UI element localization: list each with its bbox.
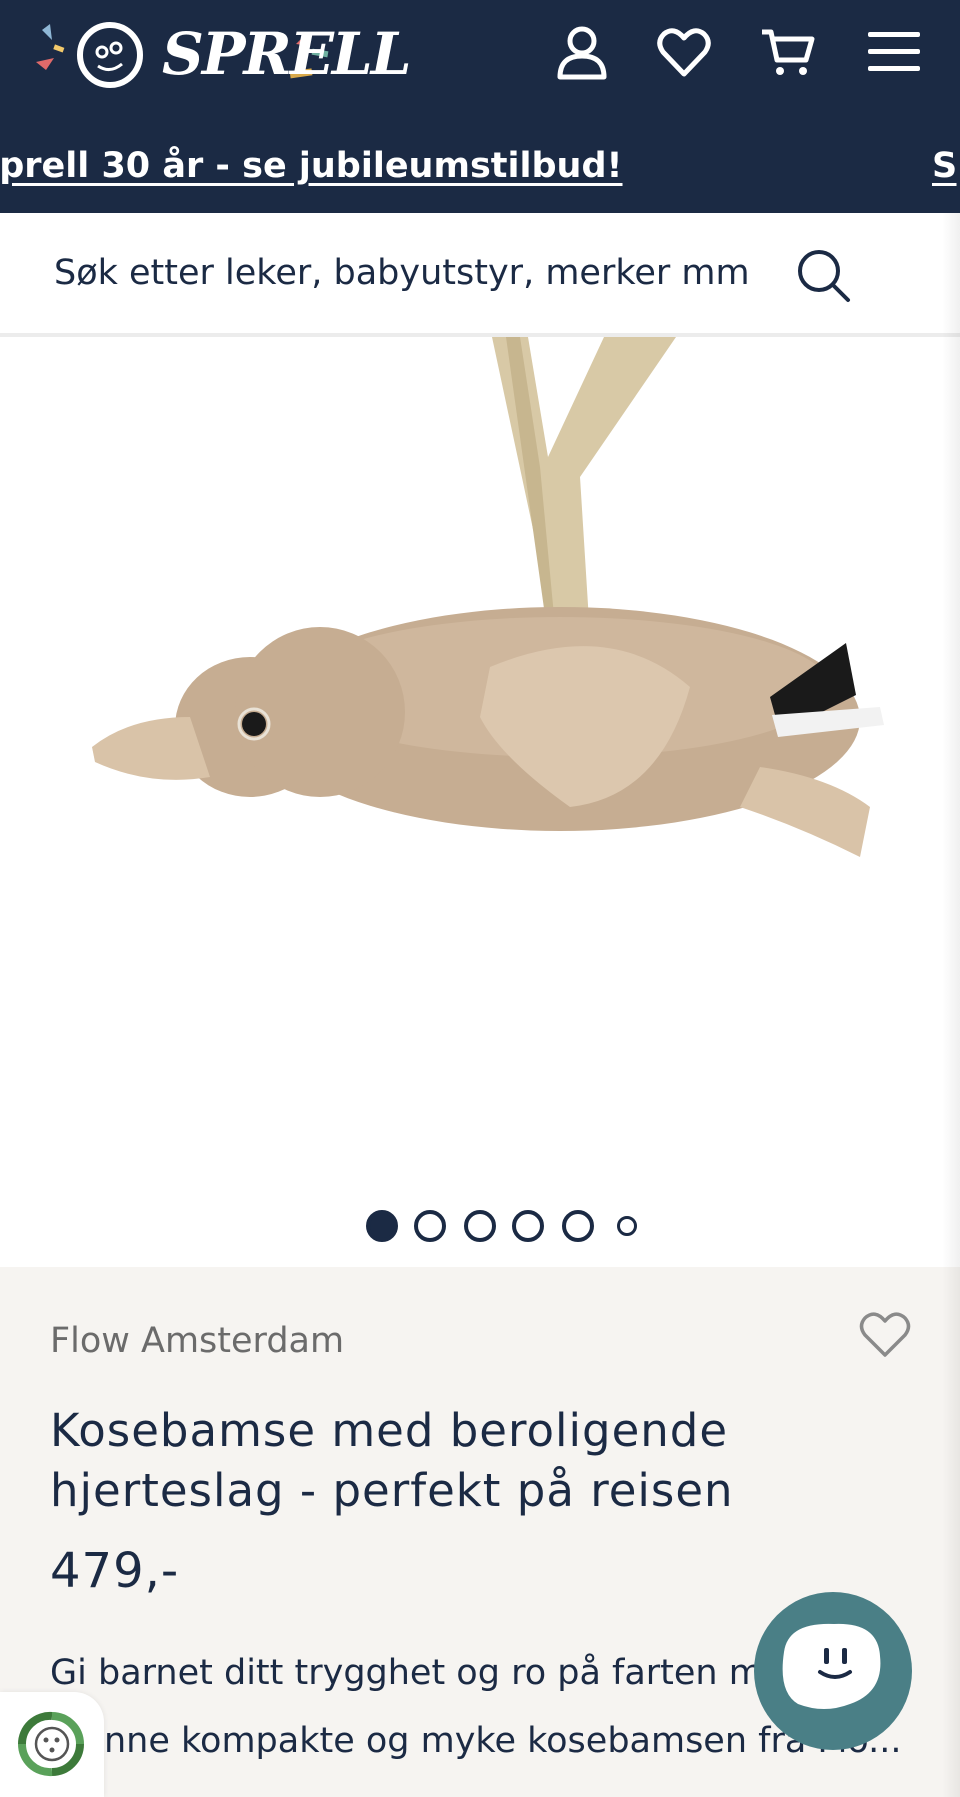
product-title: Kosebamse med beroligende hjerteslag - p… xyxy=(50,1401,870,1521)
gallery-pagination xyxy=(0,1210,960,1246)
recycle-icon xyxy=(17,1711,84,1777)
gallery-dot[interactable] xyxy=(512,1210,544,1242)
search-input[interactable]: Søk etter leker, babyutstyr, merker mm xyxy=(54,253,750,293)
gallery-dot[interactable] xyxy=(366,1210,398,1242)
chat-bubble-icon xyxy=(782,1623,881,1709)
wishlist-icon[interactable] xyxy=(654,22,714,82)
logo-wordmark: SPRELL xyxy=(162,20,411,88)
search-icon[interactable] xyxy=(794,246,854,306)
product-gallery[interactable] xyxy=(0,337,960,1267)
scroll-edge xyxy=(942,213,960,1797)
add-to-wishlist-heart-icon[interactable] xyxy=(858,1309,912,1359)
site-header: SPRELL Sprell 30 år - se jubileumstilbud… xyxy=(0,0,960,213)
sprell-logo[interactable]: SPRELL xyxy=(32,10,411,100)
menu-icon[interactable] xyxy=(864,22,924,82)
product-image xyxy=(92,337,884,857)
gallery-dot[interactable] xyxy=(464,1210,496,1242)
page: SPRELL Sprell 30 år - se jubileumstilbud… xyxy=(0,0,960,1797)
gallery-dot[interactable] xyxy=(617,1216,637,1236)
sustainability-badge[interactable] xyxy=(0,1692,104,1797)
product-brand[interactable]: Flow Amsterdam xyxy=(50,1321,344,1361)
account-icon[interactable] xyxy=(552,22,612,82)
product-title-line: Kosebamse med beroligende xyxy=(50,1404,729,1457)
announcement-link-next[interactable]: Sprell 30 år - se jubileumstilbud! xyxy=(932,146,960,186)
product-description-line: Gi barnet ditt trygghet og ro på farten … xyxy=(50,1653,763,1693)
product-price: 479,- xyxy=(50,1543,180,1599)
gallery-dot[interactable] xyxy=(414,1210,446,1242)
product-title-line: hjerteslag - perfekt på reisen xyxy=(50,1464,734,1517)
gallery-dot[interactable] xyxy=(562,1210,594,1242)
announcement-link[interactable]: Sprell 30 år - se jubileumstilbud! xyxy=(0,146,623,186)
cart-icon[interactable] xyxy=(758,22,818,82)
chat-button[interactable] xyxy=(754,1592,912,1750)
announcement-ticker: Sprell 30 år - se jubileumstilbud! Sprel… xyxy=(0,140,960,190)
